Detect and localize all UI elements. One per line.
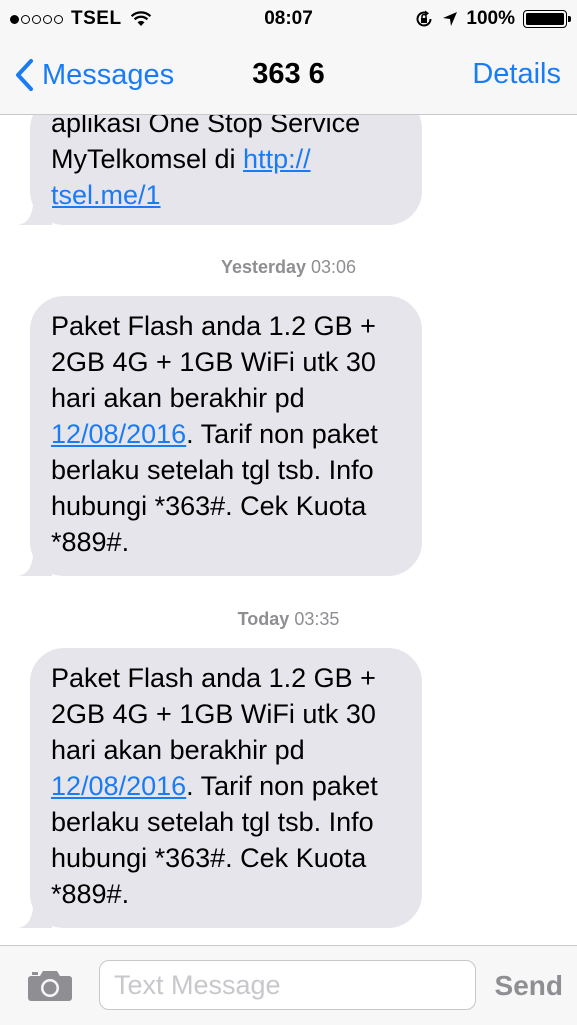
message-bubble[interactable]: Paket Flash anda 1.2 GB + 2GB 4G + 1GB W… [18,296,422,576]
message-text: Paket Flash anda 1.2 GB + 2GB 4G + 1GB W… [51,663,376,765]
message-link-date[interactable]: 12/08/2016 [51,771,186,801]
rotation-lock-icon [416,10,432,27]
location-arrow-icon [443,12,458,26]
send-button[interactable]: Send [495,970,563,1002]
message-text: aplikasi One Stop Service MyTelkomsel di [51,115,361,174]
status-right: 100% [406,8,571,30]
bubble-tail [18,902,52,928]
battery-icon [523,10,571,28]
chevron-left-icon [16,59,33,91]
message-bubble[interactable]: Paket Flash anda 1.2 GB + 2GB 4G + 1GB W… [18,648,422,928]
timestamp: Today 03:35 [237,609,340,629]
bubble-tail [18,199,52,225]
details-button[interactable]: Details [472,58,561,91]
message-thread[interactable]: aplikasi One Stop Service MyTelkomsel di… [0,115,577,945]
battery-percentage: 100% [466,8,515,29]
camera-icon[interactable] [27,968,73,1002]
message-link-date[interactable]: 12/08/2016 [51,419,186,449]
back-label: Messages [42,58,175,91]
status-bar: TSEL 08:07 100% [0,0,577,38]
timestamp: Yesterday 03:06 [220,257,357,277]
message-bubble[interactable]: aplikasi One Stop Service MyTelkomsel di… [18,115,422,225]
message-text: Paket Flash anda 1.2 GB + 2GB 4G + 1GB W… [51,311,376,413]
back-to-messages-button[interactable]: Messages [14,58,174,92]
text-message-input[interactable] [99,960,476,1010]
bubble-tail [18,550,52,576]
navigation-bar: Messages 363 6 Details [0,38,577,115]
compose-bar: Send [0,945,577,1025]
